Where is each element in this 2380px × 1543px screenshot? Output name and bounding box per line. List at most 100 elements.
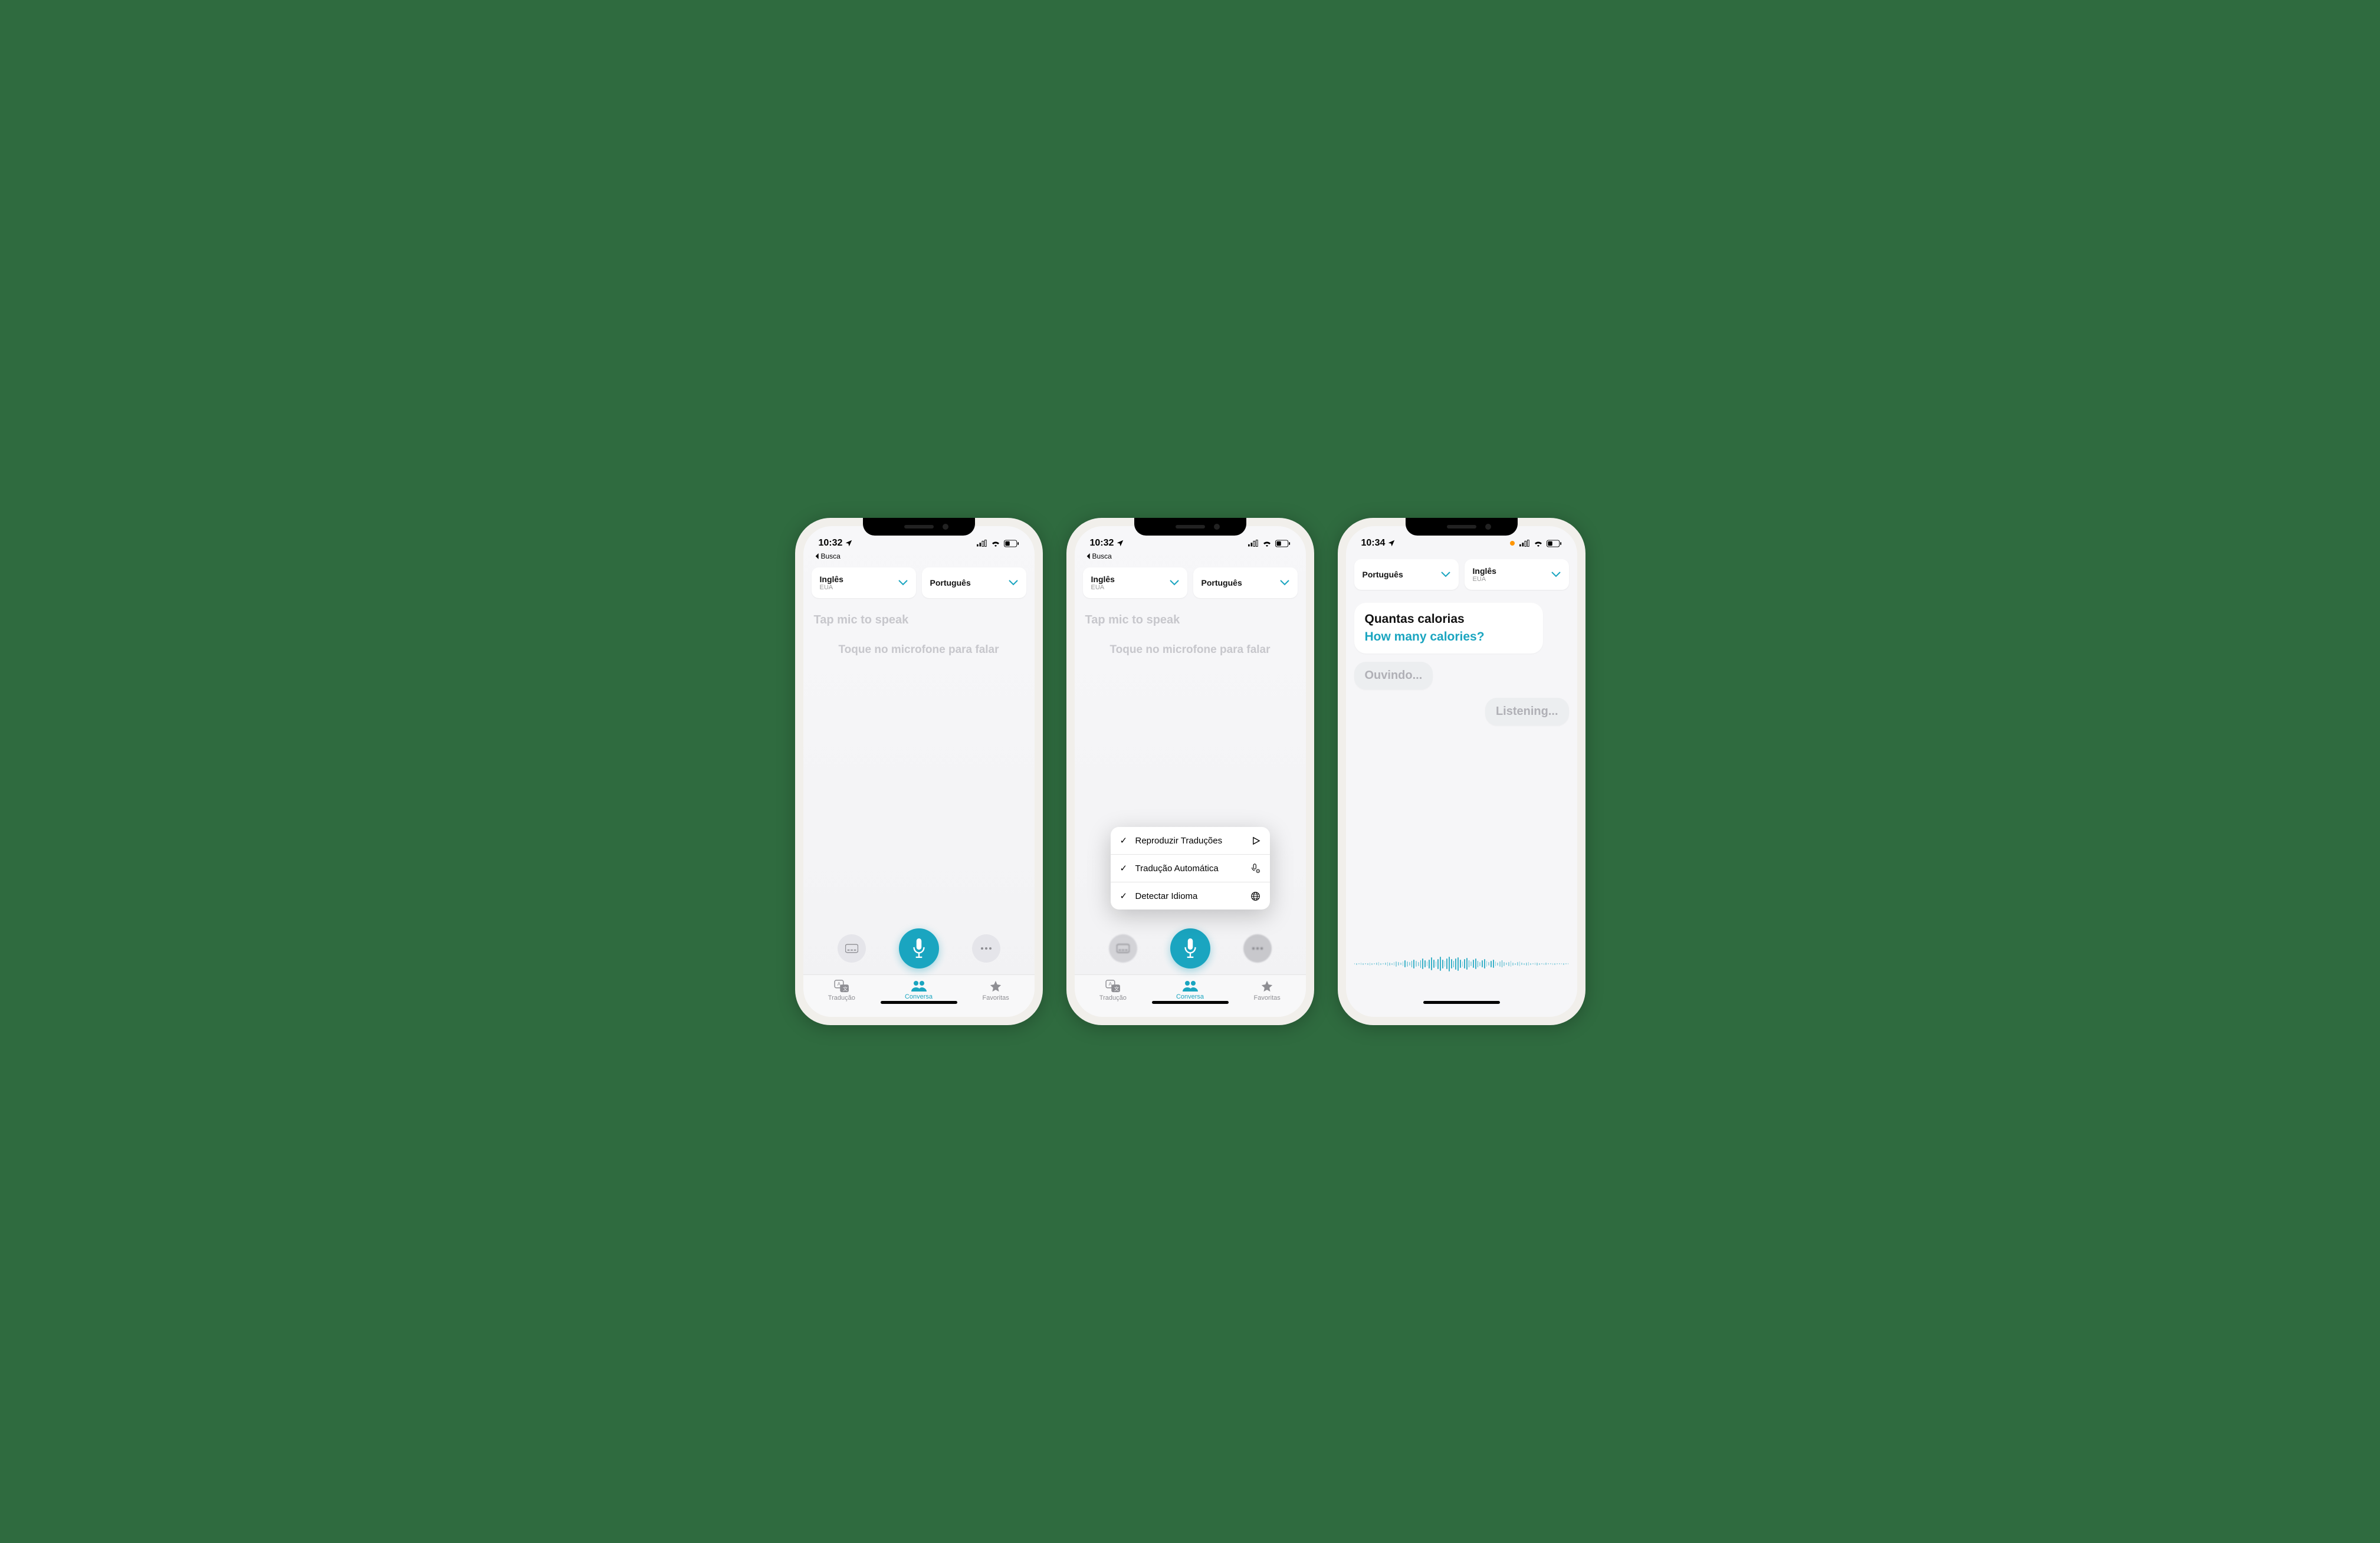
microphone-button[interactable] xyxy=(1170,928,1210,969)
phone-frame: 10:34 Português xyxy=(1338,518,1585,1025)
battery-icon xyxy=(1275,540,1291,547)
translate-icon: A文 xyxy=(1105,980,1121,993)
people-icon xyxy=(910,980,928,992)
menu-item-detect-language[interactable]: ✓ Detectar Idioma xyxy=(1111,882,1270,910)
location-icon xyxy=(1387,539,1396,547)
status-time: 10:32 xyxy=(1090,538,1114,549)
more-options-button[interactable] xyxy=(1243,934,1272,963)
notch xyxy=(1406,518,1518,536)
source-language-picker[interactable]: Inglês EUA xyxy=(812,567,916,598)
menu-item-auto-translate[interactable]: ✓ Tradução Automática xyxy=(1111,855,1270,882)
svg-text:文: 文 xyxy=(1114,986,1119,992)
translate-icon: A文 xyxy=(834,980,849,993)
prompt-area: Tap mic to speak Toque no microfone para… xyxy=(803,603,1035,656)
tab-favorites[interactable]: Favoritas xyxy=(1229,980,1306,1002)
status-time: 10:34 xyxy=(1361,538,1386,549)
target-language-name: Português xyxy=(930,578,971,587)
globe-icon xyxy=(1250,891,1260,901)
prompt-source: Tap mic to speak xyxy=(1085,613,1180,627)
screen: 10:32 Busca xyxy=(803,526,1035,1017)
chevron-down-icon xyxy=(1280,580,1289,586)
listening-bubble-target: Listening... xyxy=(1485,698,1569,725)
bubble-translated-text: How many calories? xyxy=(1365,630,1532,644)
source-language-name: Inglês xyxy=(1091,574,1115,584)
audio-waveform xyxy=(1346,954,1577,1017)
check-icon: ✓ xyxy=(1120,835,1130,846)
options-menu: ✓ Reproduzir Traduções ✓ Tradução Automá… xyxy=(1111,827,1270,910)
star-icon xyxy=(1260,980,1273,993)
cellular-icon xyxy=(977,540,987,547)
source-language-picker[interactable]: Inglês EUA xyxy=(1083,567,1187,598)
screen: 10:32 Busca xyxy=(1075,526,1306,1017)
wifi-icon xyxy=(1534,540,1543,547)
home-indicator[interactable] xyxy=(1423,1001,1500,1004)
listening-label: Ouvindo... xyxy=(1365,669,1423,682)
source-language-sub: EUA xyxy=(1091,584,1115,591)
phone-frame: 10:32 Busca xyxy=(795,518,1043,1025)
microphone-button[interactable] xyxy=(899,928,939,969)
tab-favorites[interactable]: Favoritas xyxy=(957,980,1035,1002)
tab-label: Favoritas xyxy=(983,994,1009,1002)
text-input-button[interactable] xyxy=(1109,934,1137,963)
battery-icon xyxy=(1547,540,1562,547)
tab-bar: A文 Tradução Conversa Favoritas xyxy=(803,974,1035,1017)
cellular-icon xyxy=(1248,540,1259,547)
screen: 10:34 Português xyxy=(1346,526,1577,1017)
people-icon xyxy=(1181,980,1199,992)
prompt-area: Tap mic to speak Toque no microfone para… xyxy=(1075,603,1306,656)
chevron-down-icon xyxy=(1009,580,1018,586)
wifi-icon xyxy=(1262,540,1272,547)
check-icon: ✓ xyxy=(1120,891,1130,901)
listening-label: Listening... xyxy=(1496,705,1558,718)
tab-translate[interactable]: A文 Tradução xyxy=(803,980,881,1002)
location-icon xyxy=(845,539,853,547)
tab-label: Conversa xyxy=(1176,993,1204,1000)
target-language-name: Inglês xyxy=(1473,566,1496,576)
chevron-down-icon xyxy=(1441,572,1450,577)
menu-item-play-translations[interactable]: ✓ Reproduzir Traduções xyxy=(1111,827,1270,855)
source-language-sub: EUA xyxy=(820,584,843,591)
translation-bubble[interactable]: Quantas calorias How many calories? xyxy=(1354,603,1543,654)
tab-conversation[interactable]: Conversa xyxy=(880,980,957,1002)
svg-text:文: 文 xyxy=(843,986,848,992)
tab-label: Favoritas xyxy=(1254,994,1281,1002)
source-language-name: Inglês xyxy=(820,574,843,584)
prompt-target: Toque no microfone para falar xyxy=(838,644,999,656)
tab-label: Tradução xyxy=(1099,994,1127,1002)
more-options-button[interactable] xyxy=(972,934,1000,963)
tab-translate[interactable]: A文 Tradução xyxy=(1075,980,1152,1002)
back-label: Busca xyxy=(1092,552,1112,560)
star-icon xyxy=(989,980,1002,993)
target-language-sub: EUA xyxy=(1473,576,1496,583)
home-indicator[interactable] xyxy=(881,1001,957,1004)
check-icon: ✓ xyxy=(1120,863,1130,874)
back-to-search[interactable]: Busca xyxy=(803,552,1035,563)
target-language-picker[interactable]: Português xyxy=(1193,567,1298,598)
text-input-button[interactable] xyxy=(838,934,866,963)
status-time: 10:32 xyxy=(819,538,843,549)
target-language-picker[interactable]: Inglês EUA xyxy=(1465,559,1569,590)
tab-label: Conversa xyxy=(905,993,933,1000)
menu-item-label: Detectar Idioma xyxy=(1135,891,1245,901)
mic-indicator-dot xyxy=(1510,541,1515,546)
notch xyxy=(863,518,975,536)
tab-bar: A文 Tradução Conversa Favoritas xyxy=(1075,974,1306,1017)
chevron-down-icon xyxy=(898,580,908,586)
svg-text:A: A xyxy=(837,981,841,987)
source-language-picker[interactable]: Português xyxy=(1354,559,1459,590)
play-icon xyxy=(1252,836,1260,845)
back-to-search[interactable]: Busca xyxy=(1075,552,1306,563)
phone-frame: 10:32 Busca xyxy=(1066,518,1314,1025)
svg-text:A: A xyxy=(1108,981,1112,987)
notch xyxy=(1134,518,1246,536)
back-label: Busca xyxy=(821,552,841,560)
prompt-target: Toque no microfone para falar xyxy=(1109,644,1270,656)
location-icon xyxy=(1116,539,1124,547)
target-language-name: Português xyxy=(1202,578,1242,587)
bubble-source-text: Quantas calorias xyxy=(1365,612,1532,626)
target-language-picker[interactable]: Português xyxy=(922,567,1026,598)
battery-icon xyxy=(1004,540,1019,547)
home-indicator[interactable] xyxy=(1152,1001,1229,1004)
conversation-area: Quantas calorias How many calories? Ouvi… xyxy=(1346,595,1577,734)
tab-conversation[interactable]: Conversa xyxy=(1151,980,1229,1002)
